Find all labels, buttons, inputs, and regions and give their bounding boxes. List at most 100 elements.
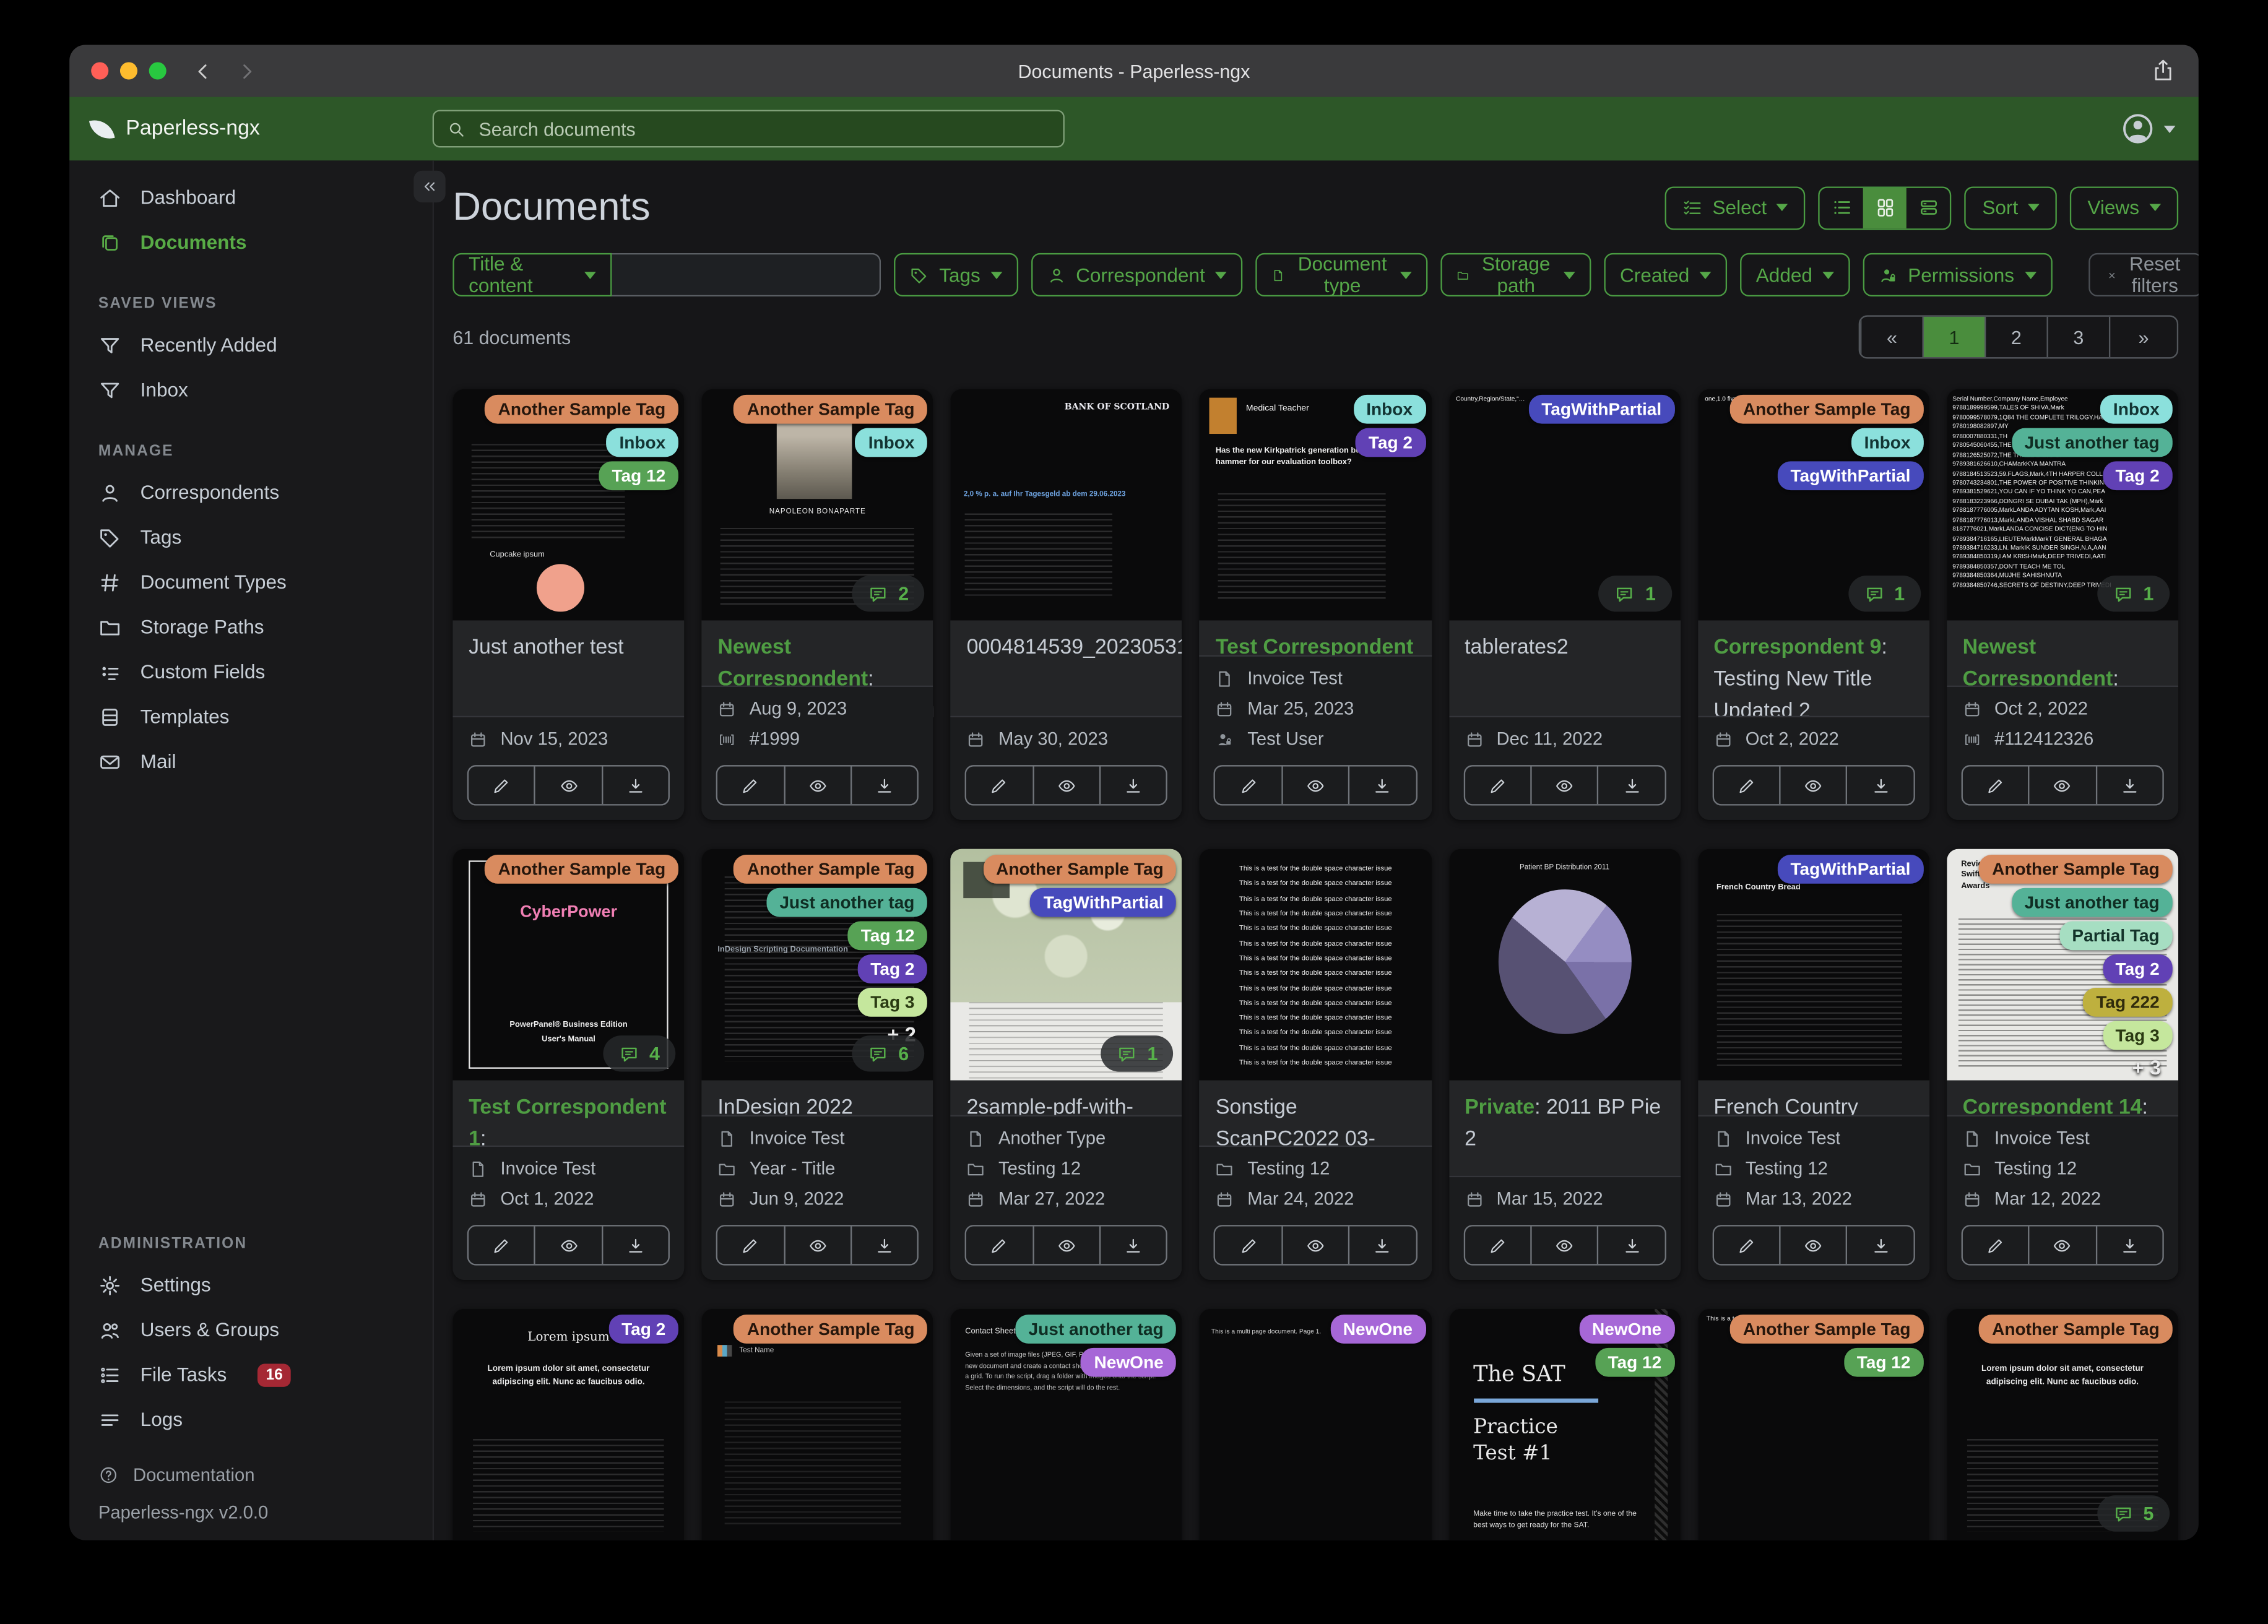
document-correspondent[interactable]: Test Correspondent 1 <box>469 1096 666 1151</box>
sidebar-item[interactable]: Recently Added <box>69 322 433 367</box>
tag-pill[interactable]: Another Sample Tag <box>485 855 679 884</box>
document-card[interactable]: InDesign Scripting Documentation Another… <box>701 849 933 1281</box>
tag-pill[interactable]: Inbox <box>1353 394 1426 424</box>
views-button[interactable]: Views <box>2070 186 2179 230</box>
document-thumbnail[interactable]: one,1.0 five,5.0 Another Sample Tag Inbo… <box>1697 389 1929 621</box>
download-document-button[interactable] <box>601 1226 668 1264</box>
download-document-button[interactable] <box>1597 766 1664 805</box>
tag-pill[interactable]: NewOne <box>1081 1347 1177 1377</box>
tag-pill[interactable]: TagWithPartial <box>1777 855 1924 884</box>
title-content-input[interactable] <box>611 253 881 297</box>
document-thumbnail[interactable]: The SAT Practice Test #1 Make time to ta… <box>1448 1308 1681 1540</box>
preview-document-button[interactable] <box>1032 1226 1099 1264</box>
document-title-block[interactable]: French Country Bread Revised.docx <box>1697 1080 1929 1151</box>
preview-document-button[interactable] <box>1281 766 1348 805</box>
sidebar-item[interactable]: Document Types <box>69 559 433 604</box>
download-document-button[interactable] <box>1348 766 1415 805</box>
download-document-button[interactable] <box>601 766 668 805</box>
global-search[interactable] <box>432 110 1065 148</box>
tag-pill[interactable]: Tag 2 <box>608 1315 679 1344</box>
tag-pill[interactable]: Just another tag <box>2011 888 2173 917</box>
document-card[interactable]: French Country Bread TagWithPartial Fren… <box>1697 849 1929 1281</box>
document-thumbnail[interactable]: NAPOLEON BONAPARTE Another Sample Tag In… <box>701 389 933 621</box>
document-thumbnail[interactable]: Review of Arbitral Awards shows Swift Re… <box>1946 849 2179 1081</box>
document-title-block[interactable]: 0004814539_20230531 <box>950 620 1183 716</box>
preview-document-button[interactable] <box>1779 1226 1846 1264</box>
document-card[interactable]: This is a test Another Sample Tag Tag 12 <box>1697 1308 1929 1540</box>
document-card[interactable]: Serial Number,Company Name,Employee 9788… <box>1946 389 2179 820</box>
edit-document-button[interactable] <box>469 1227 534 1264</box>
pagination-button[interactable]: 2 <box>1984 316 2046 358</box>
user-menu[interactable] <box>2121 111 2176 146</box>
document-title-block[interactable]: Correspondent 9: Testing New Title Updat… <box>1697 620 1929 722</box>
tag-pill[interactable]: NewOne <box>1578 1315 1675 1344</box>
title-content-filter[interactable]: Title & content <box>452 253 881 297</box>
preview-document-button[interactable] <box>1530 766 1597 805</box>
document-title-block[interactable]: Sonstige ScanPC2022 03-24_081058 <box>1200 1080 1432 1182</box>
filter-button[interactable]: Storage path <box>1440 253 1591 297</box>
filter-button[interactable]: Tags <box>894 253 1018 297</box>
tag-pill[interactable]: TagWithPartial <box>1030 888 1177 917</box>
document-title-block[interactable]: Just another test <box>452 620 685 716</box>
document-card[interactable]: CyberPower PowerPanel® Business Edition … <box>452 849 685 1281</box>
document-card[interactable]: Patient BP Distribution 2011 Private: 20… <box>1448 849 1681 1281</box>
document-correspondent[interactable]: Newest Correspondent <box>1963 636 2113 691</box>
preview-document-button[interactable] <box>2028 1226 2095 1264</box>
pagination-button[interactable]: « <box>1860 316 1922 358</box>
preview-document-button[interactable] <box>1032 766 1099 805</box>
document-thumbnail[interactable]: Lorem ipsum Lorem ipsum dolor sit amet, … <box>452 1308 685 1540</box>
tag-pill[interactable]: Tag 2 <box>857 954 928 983</box>
document-thumbnail[interactable]: French Country Bread TagWithPartial <box>1697 849 1929 1081</box>
view-list-button[interactable] <box>1820 188 1864 228</box>
sidebar-item[interactable]: Users & Groups <box>69 1307 433 1352</box>
document-card[interactable]: Medical Teacher Has the new Kirkpatrick … <box>1200 389 1432 820</box>
sidebar-item[interactable]: Logs <box>69 1397 433 1441</box>
preview-document-button[interactable] <box>783 1226 850 1264</box>
document-card[interactable]: Adobe Acrobat PDF Files Cupcake ipsum <box>452 389 685 820</box>
download-document-button[interactable] <box>1099 1226 1166 1264</box>
sidebar-item[interactable]: Tags <box>69 515 433 559</box>
filter-button[interactable]: Permissions <box>1863 253 2052 297</box>
edit-document-button[interactable] <box>1963 1227 2028 1264</box>
tag-pill[interactable]: Tag 12 <box>599 461 679 491</box>
document-title-block[interactable]: Correspondent 14: Review-of-New-York-Fed… <box>1946 1080 2179 1214</box>
tag-pill[interactable]: Another Sample Tag <box>485 394 679 424</box>
document-card[interactable]: Lorem ipsum Lorem ipsum dolor sit amet, … <box>1946 1308 2179 1540</box>
comment-count-pill[interactable]: 1 <box>1101 1035 1174 1072</box>
filter-button[interactable]: Created <box>1604 253 1728 297</box>
tag-pill[interactable]: Tag 2 <box>2102 954 2173 983</box>
comment-count-pill[interactable]: 1 <box>1599 576 1672 612</box>
document-thumbnail[interactable]: BANK OF SCOTLAND 2,0 % p. a. auf Ihr Tag… <box>950 389 1183 621</box>
edit-document-button[interactable] <box>1713 766 1779 804</box>
download-document-button[interactable] <box>850 1226 917 1264</box>
document-correspondent[interactable]: Private <box>1465 1096 1534 1119</box>
preview-document-button[interactable] <box>534 766 601 805</box>
document-card[interactable]: This is a test for the double space char… <box>1200 849 1432 1281</box>
share-icon[interactable] <box>2151 58 2176 82</box>
pagination-button[interactable]: » <box>2108 316 2177 358</box>
filter-button[interactable]: Added <box>1740 253 1850 297</box>
tag-pill[interactable]: Another Sample Tag <box>1979 1315 2173 1344</box>
document-title-block[interactable]: Private: 2011 BP Pie 2 <box>1448 1080 1681 1176</box>
tag-pill[interactable]: TagWithPartial <box>1777 461 1924 491</box>
select-button[interactable]: Select <box>1664 186 1806 230</box>
sidebar-collapse-button[interactable] <box>413 170 446 203</box>
tag-pill[interactable]: Tag 12 <box>1595 1347 1675 1377</box>
document-card[interactable]: Contact Sheet Demo Given a set of image … <box>950 1308 1183 1540</box>
document-title-block[interactable]: 2sample-pdf-with-images <box>950 1080 1183 1151</box>
document-thumbnail[interactable]: Lorem ipsum Lorem ipsum dolor sit amet, … <box>1946 1308 2179 1540</box>
tag-pill[interactable]: Another Sample Tag <box>734 394 928 424</box>
download-document-button[interactable] <box>850 766 917 805</box>
documentation-link[interactable]: Documentation <box>98 1465 433 1485</box>
tag-pill[interactable]: Another Sample Tag <box>1729 1315 1924 1344</box>
document-card[interactable]: Another Sample Tag TagWithPartial 1 2samp… <box>950 849 1183 1281</box>
document-title-block[interactable]: Test Correspondent 1: UM_PPBE_en_v29 <box>452 1080 685 1182</box>
edit-document-button[interactable] <box>1216 1227 1281 1264</box>
tag-pill[interactable]: Just another tag <box>2011 428 2173 457</box>
tag-pill[interactable]: Inbox <box>606 428 679 457</box>
document-thumbnail[interactable]: InDesign Scripting Documentation Another… <box>701 849 933 1081</box>
document-correspondent[interactable]: Correspondent 9 <box>1713 636 1881 659</box>
download-document-button[interactable] <box>1846 1226 1913 1264</box>
sort-button[interactable]: Sort <box>1965 186 2058 230</box>
sidebar-item[interactable]: File Tasks 16 <box>69 1352 433 1397</box>
